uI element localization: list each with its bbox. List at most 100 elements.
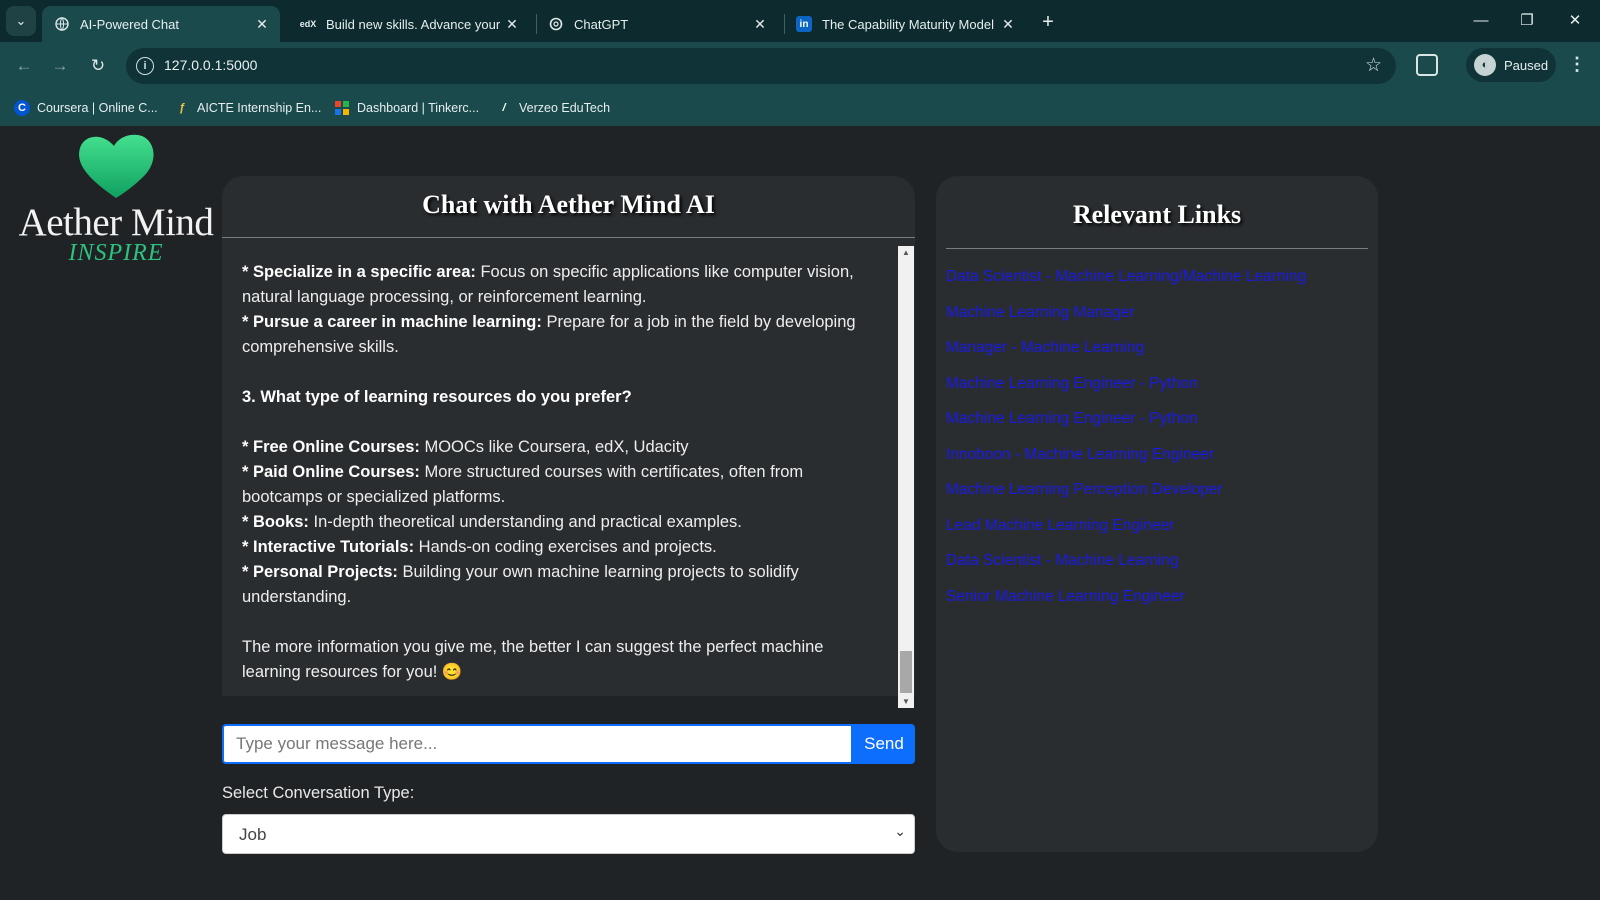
coursera-icon: C — [14, 100, 30, 116]
reload-icon: ↻ — [90, 56, 106, 75]
close-icon[interactable]: ✕ — [502, 16, 522, 33]
links-title: Relevant Links — [1072, 200, 1242, 229]
message-line: The more information you give me, the be… — [242, 638, 824, 681]
tab-edx[interactable]: edX Build new skills. Advance your c ✕ — [288, 6, 530, 42]
avatar: ◐ — [1474, 54, 1496, 76]
tab-search-button[interactable]: ⌄ — [6, 6, 36, 36]
job-link[interactable]: Lead Machine Learning Engineer — [946, 517, 1376, 553]
relevant-links-panel: Relevant Links Data Scientist - Machine … — [936, 176, 1378, 852]
edx-icon: edX — [299, 19, 317, 29]
scrollbar-thumb[interactable] — [900, 651, 912, 693]
bookmark-coursera[interactable]: C Coursera | Online C... — [14, 97, 158, 119]
site-info-icon[interactable]: i — [136, 57, 154, 75]
tab-ai-powered-chat[interactable]: AI-Powered Chat ✕ — [42, 6, 280, 42]
chat-title: Chat with Aether Mind AI — [422, 190, 715, 219]
minimize-icon: — — [1473, 11, 1489, 29]
address-bar[interactable]: i 127.0.0.1:5000 ☆ — [126, 48, 1396, 84]
new-tab-button[interactable]: + — [1036, 10, 1060, 34]
close-icon[interactable]: ✕ — [750, 16, 770, 33]
tab-title: ChatGPT — [574, 16, 629, 32]
select-value: Job — [239, 825, 267, 844]
url-text[interactable]: 127.0.0.1:5000 — [164, 57, 257, 73]
tab-chatgpt[interactable]: ChatGPT ✕ — [536, 6, 778, 42]
chat-messages: * Specialize in a specific area: Focus o… — [242, 254, 882, 694]
tinkercad-icon — [334, 100, 350, 116]
chat-panel: Chat with Aether Mind AI * Specialize in… — [222, 176, 915, 696]
extensions-icon[interactable] — [1416, 54, 1438, 76]
verzeo-icon: / — [502, 102, 506, 114]
job-link[interactable]: Data Scientist - Machine Learning — [946, 552, 1376, 588]
logo-wordmark: Aether Mind — [18, 201, 214, 244]
message-line: * Free Online Courses: MOOCs like Course… — [242, 438, 689, 456]
minimize-button[interactable]: — — [1466, 8, 1496, 32]
arrow-right-icon: → — [51, 56, 69, 75]
close-icon[interactable]: ✕ — [998, 16, 1018, 33]
send-button[interactable]: Send — [853, 724, 915, 764]
close-icon[interactable]: ✕ — [252, 16, 272, 33]
back-button[interactable]: ← — [10, 52, 38, 80]
bookmark-aicte[interactable]: ƒ AICTE Internship En... — [174, 97, 321, 119]
message-input[interactable] — [222, 724, 853, 764]
job-link[interactable]: Innoboon - Machine Learning Engineer — [946, 446, 1376, 482]
bookmark-label: Coursera | Online C... — [37, 101, 158, 115]
globe-icon — [54, 16, 70, 32]
linkedin-icon: in — [796, 16, 812, 32]
restore-button[interactable]: ❐ — [1512, 8, 1542, 32]
page-content: Aether Mind INSPIRE Chat with Aether Min… — [0, 126, 1600, 900]
bookmarks-bar: C Coursera | Online C... ƒ AICTE Interns… — [0, 90, 1600, 126]
close-window-button[interactable]: ✕ — [1560, 8, 1590, 32]
profile-status: Paused — [1504, 57, 1549, 73]
scroll-up-icon[interactable]: ▲ — [898, 248, 914, 257]
chevron-down-icon: ⌄ — [894, 823, 906, 839]
job-link[interactable]: Machine Learning Engineer - Python — [946, 410, 1376, 446]
more-menu-icon[interactable]: ⋮ — [1568, 54, 1586, 75]
logo-tagline: INSPIRE — [68, 240, 164, 266]
bookmark-star-icon[interactable]: ☆ — [1365, 54, 1382, 77]
aether-mind-logo: Aether Mind INSPIRE — [14, 132, 218, 272]
job-link[interactable]: Machine Learning Engineer - Python — [946, 375, 1376, 411]
message-heading: 3. What type of learning resources do yo… — [242, 388, 632, 406]
conversation-type-select[interactable]: Job ⌄ — [222, 814, 915, 854]
conversation-type-label: Select Conversation Type: — [222, 784, 415, 802]
aicte-icon: ƒ — [178, 102, 186, 114]
restore-icon: ❐ — [1520, 12, 1534, 29]
reload-button[interactable]: ↻ — [84, 52, 112, 80]
job-link[interactable]: Manager - Machine Learning — [946, 339, 1376, 375]
forward-button[interactable]: → — [46, 52, 74, 80]
job-link[interactable]: Data Scientist - Machine Learning/Machin… — [946, 268, 1376, 304]
message-line: * Interactive Tutorials: Hands-on coding… — [242, 538, 717, 556]
bookmark-label: AICTE Internship En... — [197, 101, 322, 115]
tab-title: The Capability Maturity Model ( — [822, 16, 998, 32]
bookmark-tinkercad[interactable]: Dashboard | Tinkerc... — [334, 97, 479, 119]
divider — [946, 248, 1368, 249]
tab-linkedin[interactable]: in The Capability Maturity Model ( ✕ — [784, 6, 1026, 42]
message-line: * Personal Projects: Building your own m… — [242, 563, 799, 606]
browser-toolbar: ← → ↻ i 127.0.0.1:5000 ☆ ◐ Paused ⋮ — [0, 42, 1600, 90]
job-link[interactable]: Machine Learning Perception Developer — [946, 481, 1376, 517]
chevron-down-icon: ⌄ — [15, 13, 27, 28]
message-line: * Books: In-depth theoretical understand… — [242, 513, 742, 531]
message-line: * Specialize in a specific area: Focus o… — [242, 263, 854, 306]
tab-title: Build new skills. Advance your c — [326, 16, 502, 32]
profile-button[interactable]: ◐ Paused — [1466, 48, 1556, 82]
heart-icon — [79, 134, 154, 198]
tab-title: AI-Powered Chat — [80, 16, 179, 32]
divider — [222, 237, 915, 238]
arrow-left-icon: ← — [15, 56, 33, 75]
chatgpt-icon — [548, 16, 564, 32]
chat-scrollbar[interactable]: ▲ ▼ — [898, 246, 914, 708]
plus-icon: + — [1042, 10, 1054, 33]
tab-bar: ⌄ AI-Powered Chat ✕ edX Build new skills… — [0, 0, 1600, 42]
job-link[interactable]: Machine Learning Manager — [946, 304, 1376, 340]
scroll-down-icon[interactable]: ▼ — [898, 697, 914, 706]
message-line: * Pursue a career in machine learning: P… — [242, 313, 856, 356]
links-list: Data Scientist - Machine Learning/Machin… — [946, 268, 1376, 623]
bookmark-verzeo[interactable]: / Verzeo EduTech — [496, 97, 610, 119]
message-input-row: Send — [222, 724, 915, 764]
job-link[interactable]: Senior Machine Learning Engineer — [946, 588, 1376, 624]
message-line: * Paid Online Courses: More structured c… — [242, 463, 804, 506]
bookmark-label: Verzeo EduTech — [519, 101, 611, 115]
